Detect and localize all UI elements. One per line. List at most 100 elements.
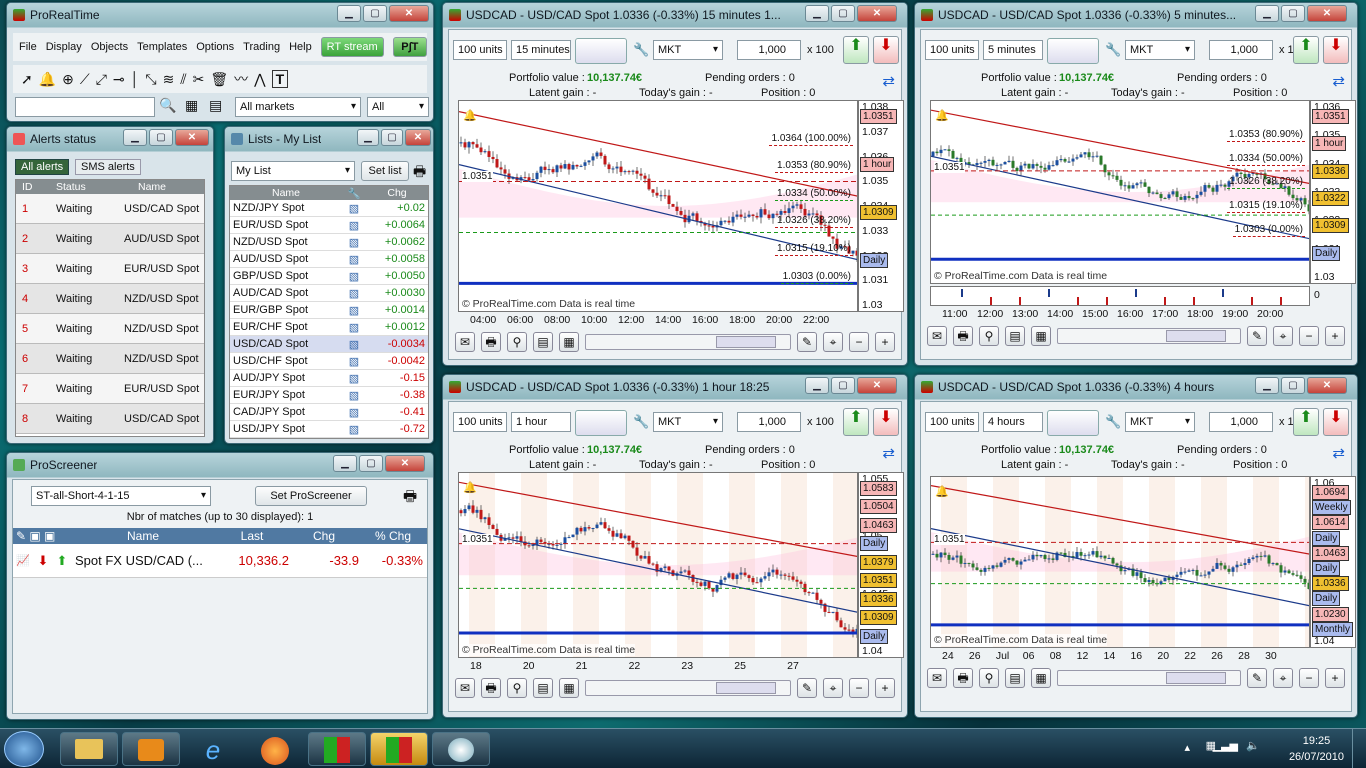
alerts-minimize-button[interactable]: ▁ [123, 129, 147, 146]
list-chart-icon[interactable]: ▧ [342, 321, 366, 334]
market-select[interactable]: All markets [235, 97, 361, 117]
grid-icon[interactable]: ▦ [559, 678, 579, 698]
chart-minimize-button[interactable]: ▁ [805, 5, 829, 22]
quantity-field[interactable]: 1,000 [737, 40, 801, 60]
price-axis[interactable]: 1.0551.051.0451.041.05831.05041.0463Dail… [858, 472, 904, 658]
zigzag-icon[interactable]: ⋀ [254, 71, 265, 88]
col-screener-pct[interactable]: % Chg [359, 529, 427, 543]
chart-maximize-button[interactable]: ▢ [1281, 377, 1305, 394]
list-row[interactable]: EUR/GBP Spot ▧ +0.0014 [230, 302, 428, 319]
tray-signal-icon[interactable]: ▁▃▅ [1213, 739, 1238, 752]
chart-close-button[interactable]: ✕ [857, 377, 897, 394]
draw-icon[interactable]: ✎ [1247, 326, 1267, 346]
cursor-icon[interactable]: ➚ [21, 71, 33, 88]
chart-close-button[interactable]: ✕ [1307, 377, 1347, 394]
buy-button[interactable]: ⬆ [843, 36, 869, 64]
alert-row[interactable]: 7 Waiting EUR/USD Spot [16, 374, 204, 404]
menu-options[interactable]: Options [196, 41, 234, 53]
chart-scrollbar[interactable] [1057, 328, 1241, 344]
zoom-out-icon[interactable]: − [1299, 326, 1319, 346]
vertical-line-icon[interactable]: │ [131, 71, 140, 87]
col-list-chg[interactable]: Chg [366, 187, 428, 199]
list-row[interactable]: AUD/CAD Spot ▧ +0.0030 [230, 285, 428, 302]
zoom-out-icon[interactable]: − [1299, 668, 1319, 688]
list-chart-icon[interactable]: ▧ [342, 270, 366, 283]
screener-select[interactable]: ST-all-Short-4-1-15 [31, 486, 211, 506]
maximize-button[interactable]: ▢ [363, 5, 387, 22]
col-name[interactable]: Name [116, 181, 166, 193]
sell-button[interactable]: ⬇ [873, 36, 899, 64]
export-icon[interactable]: ▤ [1005, 668, 1025, 688]
indicator-config-icon[interactable] [1047, 38, 1099, 64]
zoom-fit-icon[interactable]: ⌖ [1273, 668, 1293, 688]
indicator-config-icon[interactable] [575, 38, 627, 64]
wrench-settings-icon[interactable]: 🔧 [1105, 42, 1121, 58]
chart-close-button[interactable]: ✕ [1307, 5, 1347, 22]
chart-scrollbar[interactable] [585, 680, 791, 696]
period-field[interactable]: 15 minutes [511, 40, 571, 60]
order-type-select[interactable]: MKT [653, 40, 723, 60]
chart-maximize-button[interactable]: ▢ [831, 377, 855, 394]
tools-icon[interactable]: ✂ [193, 71, 205, 88]
email-icon[interactable]: ✉ [927, 326, 947, 346]
taskbar-prorealtime-icon[interactable] [308, 732, 366, 766]
lock-icon[interactable]: ⚲ [979, 326, 999, 346]
scroll-thumb[interactable] [1166, 672, 1226, 684]
alert-row[interactable]: 6 Waiting NZD/USD Spot [16, 344, 204, 374]
tray-volume-icon[interactable]: 🔈 [1246, 739, 1260, 752]
ray-tool-icon[interactable]: ⤢ [96, 71, 107, 88]
chart-scrollbar[interactable] [1057, 670, 1241, 686]
zoom-out-icon[interactable]: − [849, 332, 869, 352]
taskbar-explorer-icon[interactable] [60, 732, 118, 766]
tab-all-alerts[interactable]: All alerts [15, 159, 70, 175]
text-tool-icon[interactable]: T [271, 70, 289, 88]
quantity-field[interactable]: 1,000 [737, 412, 801, 432]
screener-minimize-button[interactable]: ▁ [333, 455, 357, 472]
grid-icon[interactable]: ▦ [1031, 668, 1051, 688]
list-chart-icon[interactable]: ▧ [342, 423, 366, 436]
list-row[interactable]: CAD/JPY Spot ▧ -0.41 [230, 404, 428, 421]
indicator-config-icon[interactable] [1047, 410, 1099, 436]
list-icon[interactable]: ▤ [209, 97, 222, 114]
email-icon[interactable]: ✉ [455, 678, 475, 698]
lock-icon[interactable]: ⚲ [979, 668, 999, 688]
refresh-icon[interactable]: ⇄ [882, 444, 895, 462]
print-icon[interactable]: 🖶 [413, 161, 426, 185]
alerts-close-button[interactable]: ✕ [175, 129, 209, 146]
draw-icon[interactable]: ✎ [1247, 668, 1267, 688]
taskbar-paint-icon[interactable] [432, 732, 490, 766]
lock-icon[interactable]: ⚲ [507, 678, 527, 698]
period-field[interactable]: 4 hours [983, 412, 1043, 432]
menu-display[interactable]: Display [46, 41, 82, 53]
units-field[interactable]: 100 units [453, 412, 507, 432]
chart-scrollbar[interactable] [585, 334, 791, 350]
export-icon[interactable]: ▤ [533, 678, 553, 698]
list-chart-icon[interactable]: ▧ [342, 287, 366, 300]
list-chart-icon[interactable]: ▧ [342, 389, 366, 402]
menu-objects[interactable]: Objects [91, 41, 128, 53]
menu-templates[interactable]: Templates [137, 41, 187, 53]
search-icon[interactable]: 🔍 [159, 97, 176, 114]
list-chart-icon[interactable]: ▧ [342, 219, 366, 232]
buy-button[interactable]: ⬆ [843, 408, 869, 436]
price-chart[interactable]: © ProRealTime.com Data is real time 1.035… [930, 100, 1310, 284]
col-id[interactable]: ID [16, 181, 56, 193]
signal-subchart[interactable] [930, 286, 1310, 306]
list-chart-icon[interactable]: ▧ [342, 372, 366, 385]
buy-button[interactable]: ⬆ [1293, 36, 1319, 64]
time-axis[interactable]: 24 26 Jul 06 08 12 14 16 20 22 26 28 30 [930, 650, 1310, 664]
draw-icon[interactable]: ✎ [797, 678, 817, 698]
zoom-icon[interactable]: ⊕ [62, 71, 74, 88]
chart-minimize-button[interactable]: ▁ [1255, 377, 1279, 394]
price-axis[interactable]: 1.0361.0351.0341.0331.0321.0311.031.0351… [1310, 100, 1356, 284]
buy-button[interactable]: ⬆ [1293, 408, 1319, 436]
channel-icon[interactable]: ⫽ [180, 71, 186, 88]
minimize-button[interactable]: ▁ [337, 5, 361, 22]
col-status[interactable]: Status [56, 181, 116, 193]
taskbar-firefox-icon[interactable] [246, 732, 304, 766]
refresh-icon[interactable]: ⇄ [1332, 72, 1345, 90]
order-type-select[interactable]: MKT [653, 412, 723, 432]
close-button[interactable]: ✕ [389, 5, 429, 22]
search-input[interactable] [15, 97, 155, 117]
alert-row[interactable]: 8 Waiting USD/CAD Spot [16, 404, 204, 434]
